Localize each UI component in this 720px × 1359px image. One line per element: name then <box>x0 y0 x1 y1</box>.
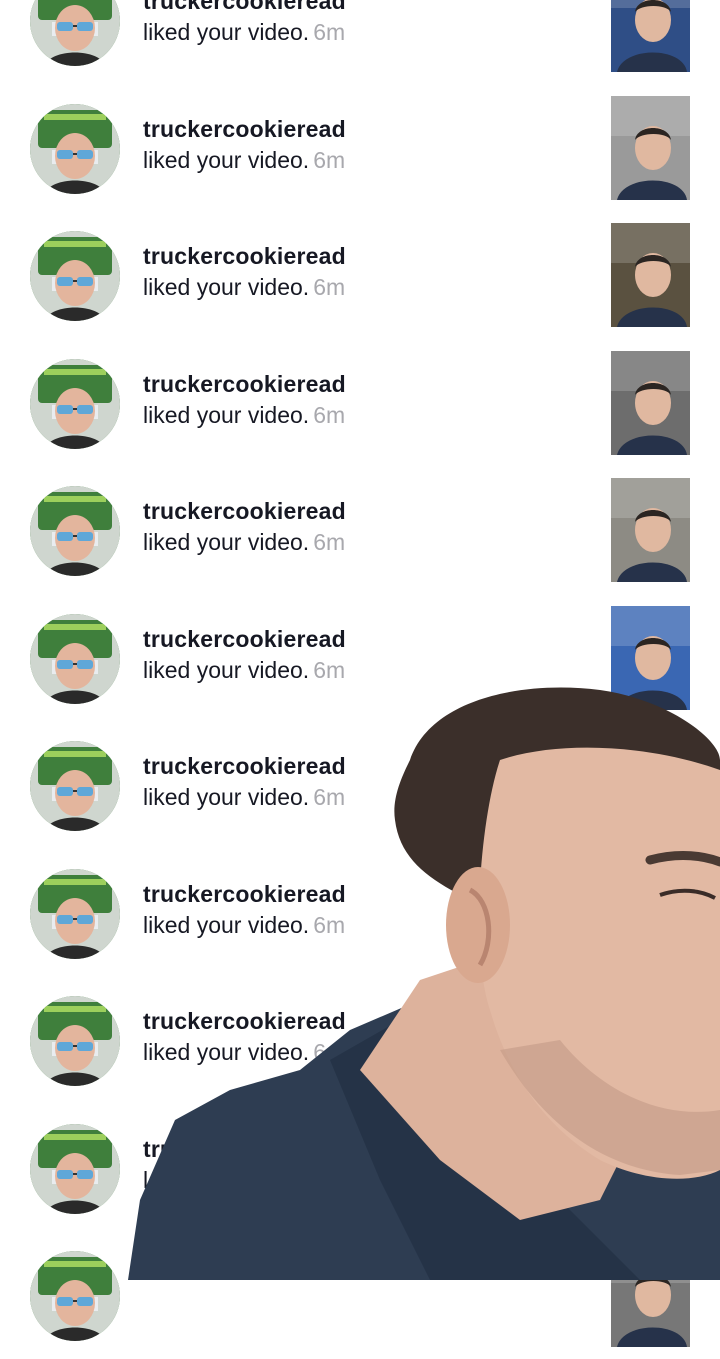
notification-row[interactable]: truckercookieread liked your video. 6m <box>0 594 720 722</box>
timestamp: 6m <box>313 146 346 173</box>
notification-list: truckercookieread liked your video. 6m truc… <box>0 0 720 1347</box>
action-label: liked your video. <box>143 656 310 683</box>
action-label: liked your video. <box>143 529 310 555</box>
action-label: liked your video. <box>143 911 310 938</box>
notification-row[interactable]: truc l <box>0 1104 720 1232</box>
truck-driver-avatar-icon[interactable] <box>30 613 120 704</box>
action-line: liked your video. 6m <box>143 654 346 686</box>
username-label[interactable]: truckercookieread <box>143 751 346 781</box>
action-line: liked your video. 6m <box>143 144 346 176</box>
truck-driver-avatar-icon[interactable] <box>30 868 120 959</box>
username-label[interactable]: truckercookieread <box>143 1006 346 1036</box>
truck-driver-avatar-icon[interactable] <box>30 231 120 321</box>
action-label: liked your video. <box>143 401 310 428</box>
action-label: liked your video. <box>143 274 310 300</box>
video-thumbnail[interactable] <box>611 605 690 710</box>
username-label[interactable]: truckercookieread <box>143 879 346 909</box>
username-label[interactable]: truckercookieread <box>143 496 346 526</box>
action-line: liked your video. 6m <box>143 909 346 941</box>
video-thumbnail[interactable] <box>611 0 690 72</box>
timestamp: 6m <box>313 529 346 555</box>
action-line: l <box>143 1164 187 1196</box>
username-label[interactable]: truc <box>143 1134 187 1164</box>
timestamp: 6m <box>313 656 346 683</box>
video-thumbnail[interactable] <box>611 350 690 455</box>
action-line <box>143 1261 147 1293</box>
truck-driver-avatar-icon[interactable] <box>30 1123 120 1214</box>
notification-row[interactable]: truckercookieread liked your video. 6 <box>0 976 720 1104</box>
timestamp: 6m <box>313 784 346 810</box>
notification-row[interactable]: truckercookieread liked your video. 6m <box>0 721 720 849</box>
notification-row[interactable]: truckercookieread liked your video. 6m <box>0 466 720 594</box>
notification-text: truckercookieread liked your video. 6m <box>143 241 346 303</box>
video-thumbnail[interactable] <box>611 860 690 965</box>
username-label[interactable]: truckercookieread <box>143 114 346 144</box>
truck-driver-avatar-icon[interactable] <box>30 486 120 576</box>
video-thumbnail[interactable] <box>611 1243 690 1347</box>
timestamp: 6m <box>313 274 346 300</box>
action-line: liked your video. 6m <box>143 526 346 558</box>
action-line: liked your video. 6m <box>143 16 346 48</box>
notification-row[interactable]: truckercookieread liked your video. 6m <box>0 84 720 212</box>
notification-text <box>143 1261 147 1293</box>
video-thumbnail[interactable] <box>611 223 690 327</box>
username-label[interactable]: truckercookieread <box>143 241 346 271</box>
action-line: liked your video. 6 <box>143 1036 346 1068</box>
notification-text: truckercookieread liked your video. 6m <box>143 879 346 941</box>
truck-driver-avatar-icon[interactable] <box>30 0 120 66</box>
action-line: liked your video. 6m <box>143 781 346 813</box>
notification-row[interactable]: truckercookieread liked your video. 6m <box>0 211 720 339</box>
action-label: liked your video. <box>143 784 310 810</box>
truck-driver-avatar-icon[interactable] <box>30 103 120 194</box>
notification-text: truckercookieread liked your video. 6m <box>143 0 346 48</box>
video-thumbnail[interactable] <box>611 478 690 582</box>
notification-row[interactable]: truckercookieread liked your video. 6m <box>0 849 720 977</box>
username-label[interactable]: truckercookieread <box>143 624 346 654</box>
action-label: liked your video. <box>143 1039 310 1065</box>
notification-text: truckercookieread liked your video. 6 <box>143 1006 346 1068</box>
truck-driver-avatar-icon[interactable] <box>30 358 120 449</box>
action-line: liked your video. 6m <box>143 399 346 431</box>
notification-text: truckercookieread liked your video. 6m <box>143 114 346 176</box>
username-label[interactable]: truckercookieread <box>143 369 346 399</box>
notification-row[interactable] <box>0 1231 720 1359</box>
notification-text: truckercookieread liked your video. 6m <box>143 496 346 558</box>
video-thumbnail[interactable] <box>611 1115 690 1220</box>
action-label: l <box>143 1166 149 1193</box>
truck-driver-avatar-icon[interactable] <box>30 1251 120 1341</box>
timestamp: 6m <box>313 911 346 938</box>
notification-row[interactable]: truckercookieread liked your video. 6m <box>0 0 720 84</box>
action-label: liked your video. <box>143 146 310 173</box>
timestamp: 6m <box>313 19 346 45</box>
video-thumbnail[interactable] <box>611 95 690 200</box>
notification-text: truckercookieread liked your video. 6m <box>143 751 346 813</box>
video-thumbnail[interactable] <box>611 733 690 837</box>
action-label: liked your video. <box>143 19 310 45</box>
video-thumbnail[interactable] <box>611 988 690 1092</box>
notification-text: truckercookieread liked your video. 6m <box>143 624 346 686</box>
notification-text: truc l <box>143 1134 187 1196</box>
username-label[interactable]: truckercookieread <box>143 0 346 16</box>
timestamp: 6 <box>313 1039 326 1065</box>
action-line: liked your video. 6m <box>143 271 346 303</box>
timestamp: 6m <box>313 401 346 428</box>
truck-driver-avatar-icon[interactable] <box>30 996 120 1086</box>
notification-text: truckercookieread liked your video. 6m <box>143 369 346 431</box>
truck-driver-avatar-icon[interactable] <box>30 741 120 831</box>
notification-row[interactable]: truckercookieread liked your video. 6m <box>0 339 720 467</box>
